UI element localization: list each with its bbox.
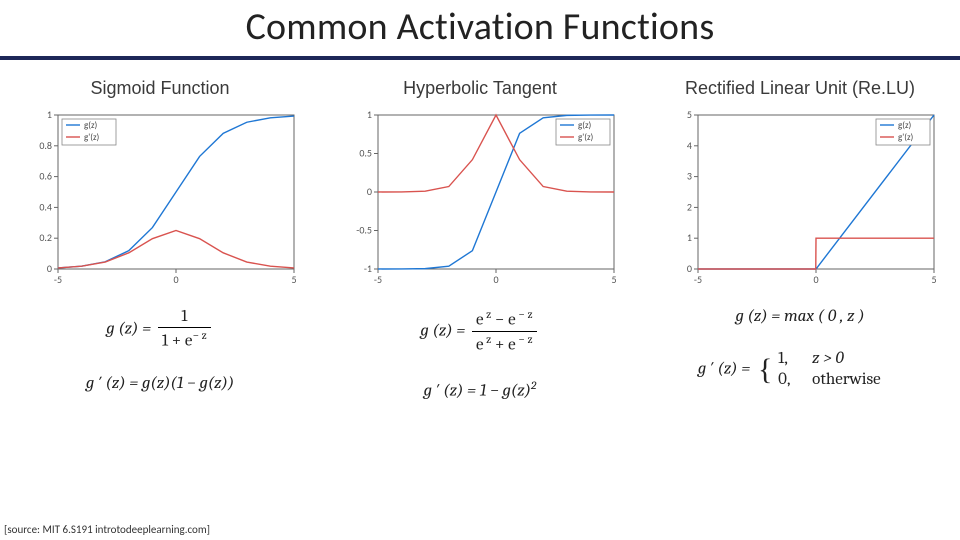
svg-text:0: 0	[493, 273, 498, 286]
tanh-g: g (z) = e z − e − z e z + e − z	[420, 307, 539, 356]
sigmoid-g: g (z) = 1 1 + e− z	[86, 307, 234, 352]
panel-tanh-title: Hyperbolic Tangent	[403, 78, 557, 99]
svg-text:1: 1	[367, 109, 372, 121]
svg-text:0.2: 0.2	[39, 231, 52, 244]
chart-relu: 012345-505g(z)g'(z)	[660, 109, 940, 289]
svg-text:g(z): g(z)	[898, 120, 912, 131]
svg-text:0.8: 0.8	[39, 139, 52, 152]
svg-text:5: 5	[611, 273, 616, 286]
svg-text:0: 0	[367, 185, 372, 198]
title-underline	[0, 56, 960, 60]
chart-tanh: -1 -0.5 0 0.5 1 -5 0 5 g(z)g'(z)	[340, 109, 620, 289]
relu-formulas: g (z) = max ( 0 , z ) g ′ (z) = { 1,z > …	[698, 307, 902, 390]
svg-text:0: 0	[813, 273, 818, 286]
svg-text:0: 0	[47, 262, 52, 275]
tanh-g-den: e z + e − z	[472, 331, 537, 356]
tanh-g-lhs: g (z) =	[420, 322, 469, 341]
svg-text:g'(z): g'(z)	[578, 132, 594, 143]
tanh-g-num: e z − e − z	[472, 307, 537, 331]
svg-text:g'(z): g'(z)	[898, 132, 914, 143]
sigmoid-g-num: 1	[158, 307, 211, 327]
sigmoid-g-lhs: g (z) =	[106, 320, 155, 339]
svg-text:g(z): g(z)	[84, 120, 98, 131]
panel-sigmoid-title: Sigmoid Function	[90, 78, 229, 99]
panel-sigmoid: Sigmoid Function 00.20.40.60.81-505g(z)g…	[10, 64, 310, 402]
svg-text:2: 2	[687, 200, 692, 213]
panel-tanh: Hyperbolic Tangent -1 -0.5 0 0.5 1 -5 0 5 g(z)g'…	[330, 64, 630, 402]
svg-text:5: 5	[291, 273, 296, 286]
sigmoid-formulas: g (z) = 1 1 + e− z g ′ (z) = g(z)(1 − g(…	[86, 307, 234, 395]
page-title: Common Activation Functions	[0, 0, 960, 50]
svg-text:5: 5	[687, 109, 692, 121]
svg-text:g'(z): g'(z)	[84, 132, 100, 143]
source-attribution: [source: MIT 6.S191 introtodeeplearning.…	[4, 523, 210, 536]
svg-text:1: 1	[47, 109, 52, 121]
panel-relu: Rectified Linear Unit (Re.LU) 012345-505…	[650, 64, 950, 402]
svg-text:0: 0	[173, 273, 178, 286]
svg-text:0.5: 0.5	[359, 147, 372, 160]
svg-text:-0.5: -0.5	[356, 224, 372, 237]
tanh-gprime: g ′ (z) = 1 − g(z)2	[420, 378, 539, 402]
svg-text:1: 1	[687, 231, 692, 244]
svg-text:0.4: 0.4	[39, 200, 52, 213]
svg-text:-5: -5	[694, 273, 702, 286]
tanh-formulas: g (z) = e z − e − z e z + e − z g ′ (z) …	[420, 307, 539, 402]
svg-text:3: 3	[687, 170, 692, 183]
svg-text:0: 0	[687, 262, 692, 275]
svg-text:g(z): g(z)	[578, 120, 592, 131]
sigmoid-gprime: g ′ (z) = g(z)(1 − g(z))	[86, 374, 234, 394]
sigmoid-g-den: 1 + e− z	[158, 327, 211, 352]
svg-text:-5: -5	[54, 273, 62, 286]
relu-gprime: g ′ (z) = { 1,z > 0 0,otherwise	[698, 349, 902, 390]
relu-g: g (z) = max ( 0 , z )	[698, 307, 902, 327]
svg-text:-5: -5	[374, 273, 382, 286]
charts-row: Sigmoid Function 00.20.40.60.81-505g(z)g…	[0, 64, 960, 402]
svg-text:4: 4	[687, 139, 692, 152]
svg-text:0.6: 0.6	[39, 170, 52, 183]
panel-relu-title: Rectified Linear Unit (Re.LU)	[685, 78, 915, 99]
svg-text:5: 5	[931, 273, 936, 286]
slide: Common Activation Functions Sigmoid Func…	[0, 0, 960, 540]
chart-sigmoid: 00.20.40.60.81-505g(z)g'(z)	[20, 109, 300, 289]
svg-text:-1: -1	[364, 262, 372, 275]
